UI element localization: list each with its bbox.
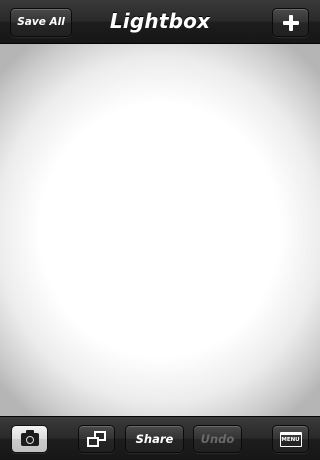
- add-button[interactable]: [272, 8, 309, 37]
- layers-button[interactable]: [78, 425, 115, 453]
- menu-icon: MENU: [279, 432, 302, 447]
- bottom-toolbar: Share Undo MENU: [0, 416, 320, 460]
- top-bar: Save All Lightbox: [0, 0, 320, 44]
- camera-icon: [20, 430, 39, 446]
- menu-button[interactable]: MENU: [272, 425, 309, 453]
- layers-icon: [86, 431, 106, 447]
- share-button[interactable]: Share: [125, 425, 184, 453]
- undo-button[interactable]: Undo: [193, 425, 242, 453]
- plus-icon: [282, 14, 299, 31]
- lightbox-canvas[interactable]: [0, 44, 320, 416]
- camera-button[interactable]: [11, 425, 48, 453]
